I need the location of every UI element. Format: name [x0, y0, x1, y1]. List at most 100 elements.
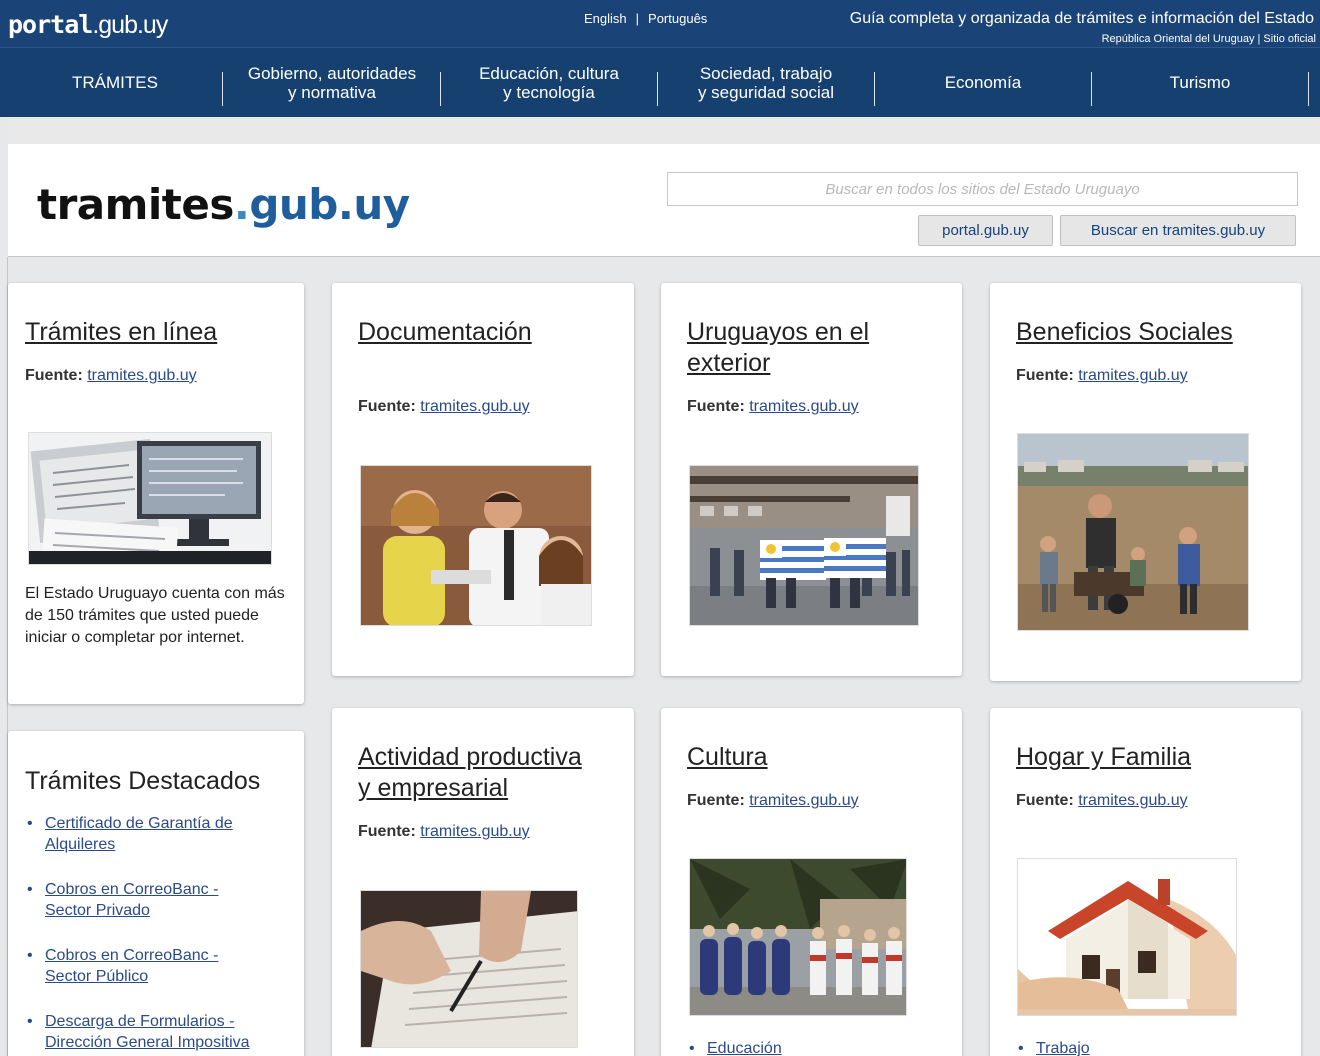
destacado-line: Sector Privado	[45, 902, 150, 919]
house-in-hands-photo[interactable]	[1017, 858, 1237, 1016]
card-documentacion: Documentación Fuente: tramites.gub.uy	[332, 283, 634, 676]
destacado-link[interactable]: Descarga de Formularios - Dirección Gener…	[25, 1011, 285, 1053]
card-source: Fuente: tramites.gub.uy	[1016, 367, 1188, 385]
card-title-line: y empresarial	[358, 774, 509, 802]
hands-paperwork-photo[interactable]	[360, 890, 578, 1048]
destacado-line: Certificado de Garantía de	[45, 815, 233, 832]
logo-light-text: .gub.uy	[92, 11, 168, 39]
family-wheelbarrow-photo[interactable]	[1017, 433, 1249, 631]
card-title[interactable]: Uruguayos en el exterior	[687, 317, 869, 379]
documents-on-monitor-image[interactable]	[28, 432, 272, 565]
card-source: Fuente: tramites.gub.uy	[687, 792, 859, 810]
site-subline: República Oriental del Uruguay | Sitio o…	[1101, 33, 1316, 45]
source-link[interactable]: tramites.gub.uy	[1078, 792, 1187, 809]
folk-dance-photo[interactable]	[689, 858, 907, 1016]
nav-label: Economía	[944, 73, 1022, 92]
card-title[interactable]: Actividad productiva y empresarial	[358, 742, 582, 804]
destacado-line: Alquileres	[45, 836, 116, 853]
logo-part: gub.uy	[249, 180, 410, 229]
source-label: Fuente:	[1016, 367, 1074, 384]
lang-separator: |	[635, 11, 640, 26]
card-uruguayos-exterior: Uruguayos en el exterior Fuente: tramites…	[661, 283, 962, 676]
lang-english-link[interactable]: English	[584, 11, 627, 26]
flags-photo-illustration	[690, 466, 918, 625]
site-header: tramites.gub.uy portal.gub.uy Buscar en …	[8, 144, 1320, 257]
logo-dot: .	[233, 180, 250, 229]
nav-divider	[1308, 72, 1309, 106]
card-hogar-familia: Hogar y Familia Fuente: tramites.gub.uy …	[990, 708, 1301, 1056]
lang-portuguese-link[interactable]: Português	[648, 11, 707, 26]
language-switcher: English | Português	[584, 11, 707, 26]
cultura-list-item[interactable]: Educación	[687, 1040, 782, 1056]
nav-label: Educación, cultura	[479, 63, 619, 83]
source-link[interactable]: tramites.gub.uy	[749, 792, 858, 809]
card-title[interactable]: Cultura	[687, 742, 768, 773]
card-source: Fuente: tramites.gub.uy	[1016, 792, 1188, 810]
nav-item-economia[interactable]: Economía	[875, 48, 1091, 117]
nav-label: Gobierno, autoridades	[247, 63, 417, 83]
card-tramites-destacados: Trámites Destacados Certificado de Garan…	[8, 731, 304, 1056]
tramites-logo[interactable]: tramites.gub.uy	[37, 180, 410, 229]
destacados-list: Certificado de Garantía de Alquileres Cob…	[25, 813, 285, 1056]
nav-label: y tecnología	[503, 82, 595, 102]
source-link[interactable]: tramites.gub.uy	[1078, 367, 1187, 384]
card-title-line: exterior	[687, 349, 771, 377]
source-link[interactable]: tramites.gub.uy	[420, 823, 529, 840]
card-source: Fuente: tramites.gub.uy	[358, 398, 530, 416]
logo-part: tramites	[37, 180, 234, 229]
site-tagline: Guía completa y organizada de trámites e…	[849, 10, 1314, 27]
nav-label: TRÁMITES	[72, 73, 158, 92]
card-actividad-productiva: Actividad productiva y empresarial Fuente…	[332, 708, 634, 1056]
destacado-line: Cobros en CorreoBanc -	[45, 947, 219, 964]
source-label: Fuente:	[358, 398, 416, 415]
destacado-link[interactable]: Cobros en CorreoBanc - Sector Público	[25, 945, 285, 987]
source-label: Fuente:	[687, 792, 745, 809]
card-title-line: Actividad productiva	[358, 743, 582, 771]
family-documentation-photo[interactable]	[360, 465, 592, 626]
top-header: portal.gub.uy English | Português Guía com…	[0, 0, 1320, 47]
nav-item-sociedad[interactable]: Sociedad, trabajo y seguridad social	[658, 48, 874, 117]
uruguayan-flags-crowd-photo[interactable]	[689, 465, 919, 626]
hogar-list: Trabajo	[1016, 1040, 1090, 1056]
card-title-line: Uruguayos en el	[687, 318, 870, 346]
hogar-list-item[interactable]: Trabajo	[1016, 1040, 1090, 1056]
nav-item-turismo[interactable]: Turismo	[1092, 48, 1308, 117]
card-tramites-en-linea: Trámites en línea Fuente: tramites.gub.u…	[8, 283, 304, 704]
nav-item-educacion[interactable]: Educación, cultura y tecnología	[441, 48, 657, 117]
source-label: Fuente:	[687, 398, 745, 415]
source-label: Fuente:	[25, 367, 83, 384]
family-photo-illustration	[361, 466, 591, 625]
portal-logo[interactable]: portal.gub.uy	[8, 10, 168, 40]
source-link[interactable]: tramites.gub.uy	[420, 398, 529, 415]
nav-label: Sociedad, trabajo	[699, 63, 833, 83]
card-source: Fuente: tramites.gub.uy	[358, 823, 530, 841]
nav-item-gobierno[interactable]: Gobierno, autoridades y normativa	[223, 48, 441, 117]
documents-illustration	[29, 433, 271, 564]
paperwork-illustration	[361, 891, 577, 1047]
logo-bold-text: portal	[8, 10, 93, 39]
portal-search-button[interactable]: portal.gub.uy	[918, 215, 1053, 246]
destacado-link[interactable]: Cobros en CorreoBanc - Sector Privado	[25, 879, 285, 921]
card-source: Fuente: tramites.gub.uy	[25, 367, 197, 385]
house-illustration	[1018, 859, 1236, 1015]
card-title[interactable]: Documentación	[358, 317, 532, 348]
nav-item-tramites[interactable]: TRÁMITES	[8, 48, 222, 117]
family-wheelbarrow-illustration	[1018, 434, 1248, 630]
dance-illustration	[690, 859, 906, 1015]
destacado-line: Sector Público	[45, 968, 149, 985]
nav-label: Turismo	[1169, 73, 1231, 92]
search-input[interactable]	[667, 172, 1298, 206]
tramites-search-button[interactable]: Buscar en tramites.gub.uy	[1060, 215, 1296, 246]
card-title[interactable]: Hogar y Familia	[1016, 742, 1191, 773]
source-link[interactable]: tramites.gub.uy	[749, 398, 858, 415]
card-title[interactable]: Beneficios Sociales	[1016, 317, 1233, 348]
source-label: Fuente:	[358, 823, 416, 840]
cultura-list: Educación	[687, 1040, 782, 1056]
destacado-link[interactable]: Certificado de Garantía de Alquileres	[25, 813, 285, 855]
source-link[interactable]: tramites.gub.uy	[87, 367, 196, 384]
main-nav: TRÁMITES Gobierno, autoridades y normativ…	[0, 47, 1320, 117]
card-title[interactable]: Trámites en línea	[25, 317, 217, 348]
destacado-line: Cobros en CorreoBanc -	[45, 881, 219, 898]
nav-label: y seguridad social	[697, 82, 835, 102]
nav-label: y normativa	[288, 82, 376, 102]
